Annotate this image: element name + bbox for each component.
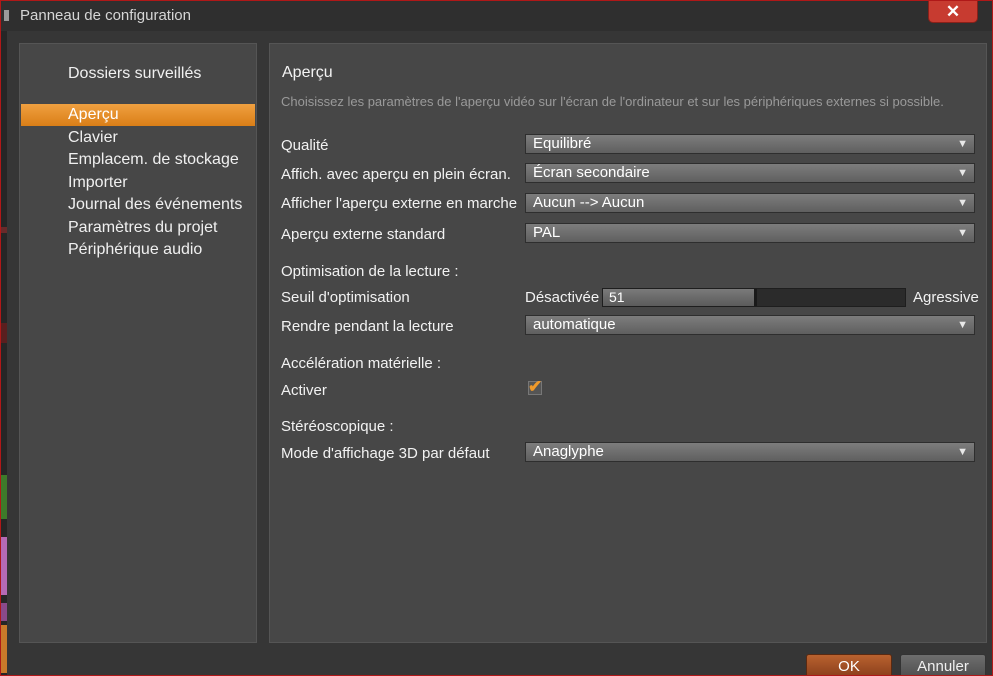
chevron-down-icon: ▼ — [957, 197, 968, 209]
settings-sidebar: Dossiers surveillés Aperçu Clavier Empla… — [19, 43, 257, 643]
chevron-down-icon: ▼ — [957, 138, 968, 150]
mode3d-value: Anaglyphe — [533, 443, 604, 460]
config-window: Panneau de configuration ✕ Dossiers surv… — [0, 0, 993, 676]
hardware-section-heading: Accélération matérielle : — [281, 355, 442, 372]
app-icon — [4, 10, 9, 21]
sidebar-item-parametres-projet[interactable]: Paramètres du projet — [21, 217, 255, 239]
quality-select[interactable]: Equilibré ▼ — [525, 134, 975, 154]
fullscreen-select[interactable]: Écran secondaire ▼ — [525, 163, 975, 183]
slider-fill — [603, 289, 754, 306]
sidebar-item-journal-evenements[interactable]: Journal des événements — [21, 194, 255, 216]
ok-button[interactable]: OK — [806, 654, 892, 675]
optimization-slider[interactable]: 51 — [602, 288, 906, 307]
playback-section-heading: Optimisation de la lecture : — [281, 263, 459, 280]
slider-max-label: Agressive — [913, 289, 979, 306]
panel-title: Aperçu — [282, 64, 333, 81]
window-title: Panneau de configuration — [20, 7, 191, 24]
external-standard-select[interactable]: PAL ▼ — [525, 223, 975, 243]
sidebar-item-peripherique-audio[interactable]: Périphérique audio — [21, 239, 255, 261]
activate-label: Activer — [281, 382, 327, 399]
external-standard-value: PAL — [533, 224, 561, 241]
cancel-button[interactable]: Annuler — [900, 654, 986, 675]
close-icon: ✕ — [945, 2, 961, 21]
panel-description: Choisissez les paramètres de l'aperçu vi… — [281, 94, 944, 109]
sidebar-item-emplacement-stockage[interactable]: Emplacem. de stockage — [21, 149, 255, 171]
activate-checkbox[interactable]: ✔ — [528, 377, 542, 396]
slider-min-label: Désactivée — [525, 289, 600, 306]
mode3d-label: Mode d'affichage 3D par défaut — [281, 445, 490, 462]
external-preview-label: Afficher l'aperçu externe en marche — [281, 195, 518, 212]
chevron-down-icon: ▼ — [957, 319, 968, 331]
render-select[interactable]: automatique ▼ — [525, 315, 975, 335]
external-standard-label: Aperçu externe standard — [281, 226, 446, 243]
chevron-down-icon: ▼ — [957, 446, 968, 458]
close-button[interactable]: ✕ — [928, 1, 978, 23]
sidebar-item-clavier[interactable]: Clavier — [21, 127, 255, 149]
slider-handle[interactable] — [754, 289, 757, 306]
apercu-settings-panel: Aperçu Choisissez les paramètres de l'ap… — [269, 43, 987, 643]
sidebar-item-importer[interactable]: Importer — [21, 172, 255, 194]
sidebar-item-apercu[interactable]: Aperçu — [21, 104, 255, 126]
threshold-label: Seuil d'optimisation — [281, 289, 410, 306]
stereo-section-heading: Stéréoscopique : — [281, 418, 394, 435]
render-value: automatique — [533, 316, 616, 333]
checkmark-icon: ✔ — [528, 377, 543, 396]
render-label: Rendre pendant la lecture — [281, 318, 454, 335]
quality-label: Qualité — [281, 137, 329, 154]
mode3d-select[interactable]: Anaglyphe ▼ — [525, 442, 975, 462]
chevron-down-icon: ▼ — [957, 227, 968, 239]
fullscreen-label: Affich. avec aperçu en plein écran. — [281, 166, 511, 183]
sidebar-item-dossiers-surveilles[interactable]: Dossiers surveillés — [21, 63, 255, 85]
slider-value: 51 — [609, 289, 625, 305]
title-bar: Panneau de configuration ✕ — [1, 1, 992, 31]
quality-value: Equilibré — [533, 135, 592, 152]
chevron-down-icon: ▼ — [957, 167, 968, 179]
external-preview-value: Aucun --> Aucun — [533, 194, 645, 211]
fullscreen-value: Écran secondaire — [533, 164, 650, 181]
external-preview-select[interactable]: Aucun --> Aucun ▼ — [525, 193, 975, 213]
